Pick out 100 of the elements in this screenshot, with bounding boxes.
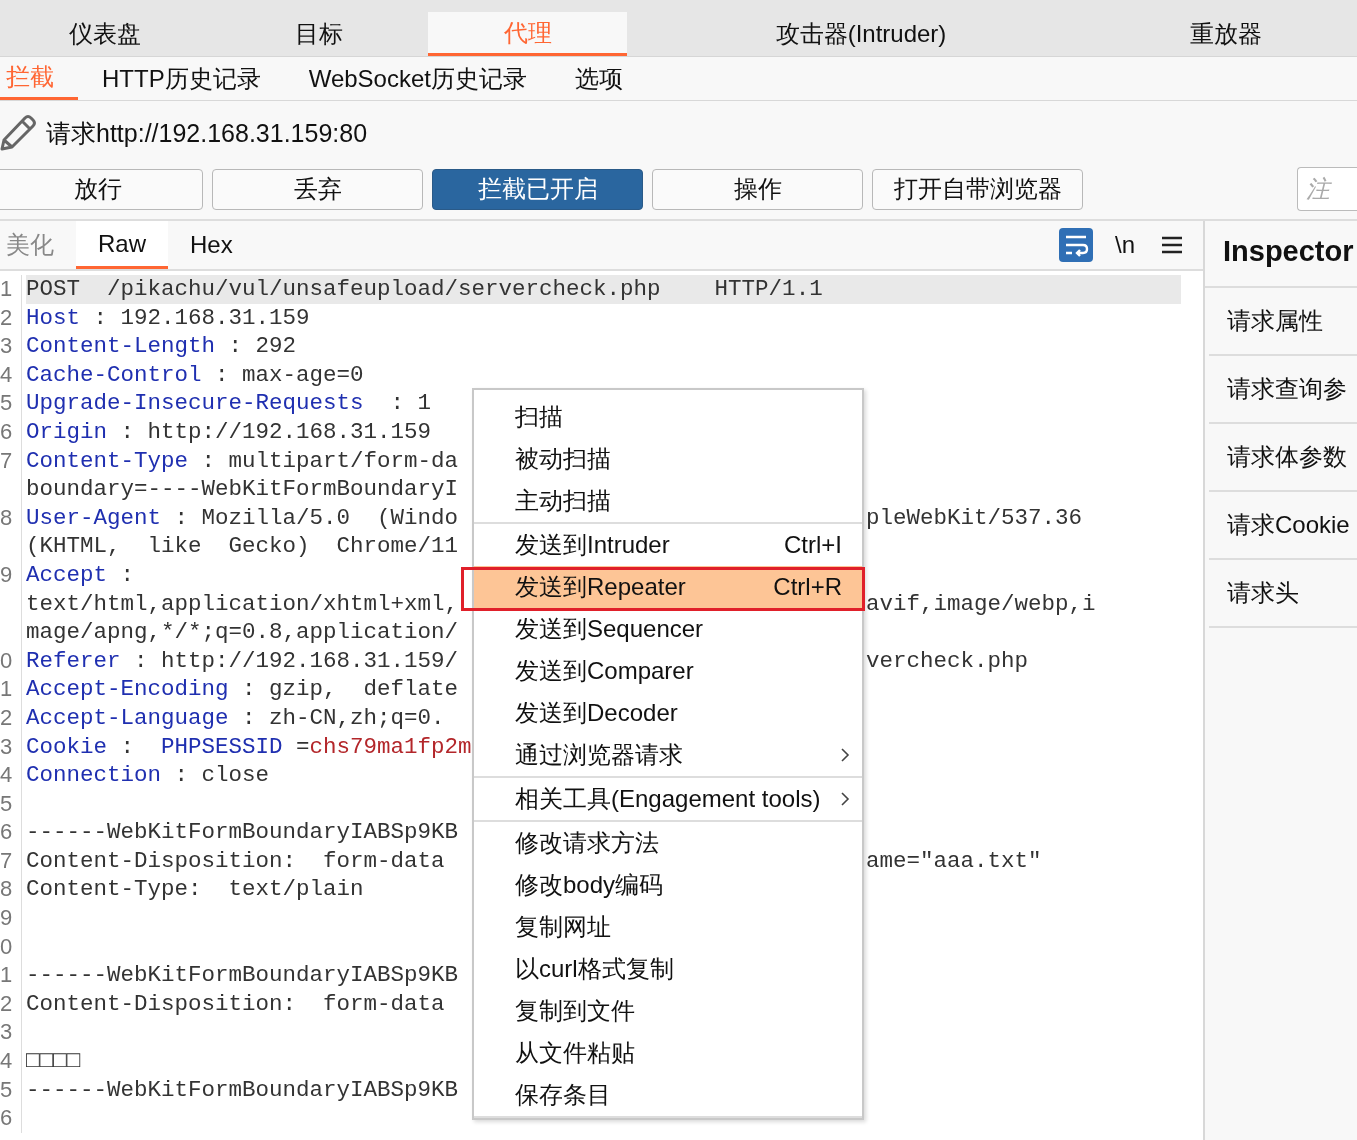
view-tab[interactable]: Hex (168, 221, 255, 269)
menu-item[interactable]: 发送到Sequencer (474, 608, 862, 650)
code-line: Content-Disposition: form-data (26, 989, 445, 1019)
newline-toggle[interactable]: \n (1115, 231, 1135, 259)
inspector-section[interactable]: 请求体参数 (1209, 424, 1357, 492)
menu-item-label: 以curl格式复制 (515, 954, 675, 984)
action-button[interactable]: 操作 (652, 168, 863, 210)
action-button[interactable]: 丢弃 (212, 168, 423, 210)
comment-field[interactable]: 注 (1297, 167, 1357, 211)
code-line: ame="aaa.txt" (866, 846, 1042, 876)
code-line: Cookie : PHPSESSID =chs79ma1fp2m (26, 732, 472, 762)
menu-item-label: 发送到Sequencer (515, 614, 705, 644)
line-number: 7 (0, 846, 22, 876)
line-number: 3 (0, 1018, 22, 1048)
menu-item[interactable]: 主动扫描 (474, 480, 862, 522)
line-number: 4 (0, 360, 22, 390)
line-number: 1 (0, 675, 22, 704)
menu-item[interactable]: 保存条目 (474, 1074, 862, 1116)
main-tab[interactable]: 攻击器(Intruder) (627, 12, 1095, 56)
menu-item-label: 从文件粘贴 (515, 1038, 636, 1068)
line-number: 1 (0, 961, 22, 990)
line-number: 9 (0, 904, 22, 933)
sub-tab[interactable]: 选项 (550, 57, 647, 100)
main-tab[interactable]: 仪表盘 (0, 12, 210, 56)
menu-item[interactable]: 复制网址 (474, 906, 862, 948)
menu-item-label: 复制网址 (515, 912, 612, 942)
line-number: 7 (0, 446, 22, 476)
main-tab[interactable]: 目标 (210, 12, 428, 56)
line-number: 5 (0, 389, 22, 418)
line-number: 3 (0, 332, 22, 361)
menu-item[interactable]: 通过浏览器请求 (474, 734, 862, 776)
menu-item[interactable]: 从文件粘贴 (474, 1032, 862, 1074)
inspector-section[interactable]: 请求属性 (1209, 288, 1357, 356)
code-line: ------WebKitFormBoundaryIABSp9KB (26, 818, 459, 847)
line-number: 0 (0, 932, 22, 962)
code-line: □□□□ (26, 1047, 80, 1076)
menu-item-label: 发送到Intruder (515, 530, 671, 560)
menu-item[interactable]: 复制到文件 (474, 990, 862, 1032)
line-number: 6 (0, 1104, 22, 1133)
code-line: Host : 192.168.31.159 (26, 303, 310, 333)
line-number: 5 (0, 789, 22, 819)
action-button[interactable]: 打开自带浏览器 (872, 168, 1083, 210)
code-line: Cache-Control : max-age=0 (26, 360, 364, 390)
sub-tab[interactable]: HTTP历史记录 (78, 57, 285, 100)
code-line: Upgrade-Insecure-Requests : 1 (26, 389, 432, 418)
action-button[interactable]: 拦截已开启 (432, 168, 643, 210)
code-line: Accept-Encoding : gzip, deflate (26, 675, 459, 704)
menu-item[interactable]: 被动扫描 (474, 438, 862, 480)
menu-item[interactable]: 发送到Decoder (474, 692, 862, 734)
code-line: pleWebKit/537.36 (866, 503, 1083, 533)
main-tab[interactable]: 重放器 (1095, 12, 1357, 56)
line-number: 9 (0, 560, 22, 590)
line-number: 8 (0, 875, 22, 905)
wrap-icon[interactable] (1059, 228, 1093, 262)
sub-tab[interactable]: WebSocket历史记录 (284, 57, 551, 100)
request-url: 请求http://192.168.31.159:80 (46, 117, 368, 149)
inspector-section[interactable]: 请求Cookie (1209, 492, 1357, 560)
line-number: 5 (0, 1075, 22, 1105)
menu-icon[interactable] (1161, 236, 1183, 254)
code-line: Accept-Language : zh-CN,zh;q=0. (26, 703, 445, 733)
inspector-section[interactable]: 请求头 (1209, 560, 1357, 628)
view-tab[interactable]: Raw (76, 221, 168, 269)
code-line: Connection : close (26, 761, 270, 790)
code-line: Content-Disposition: form-data (26, 846, 445, 876)
menu-item-label: 修改body编码 (515, 870, 665, 900)
code-line: User-Agent : Mozilla/5.0 (Windo (26, 503, 459, 533)
code-line: Referer : http://192.168.31.159/ (26, 646, 459, 676)
code-line: boundary=----WebKitFormBoundaryI (26, 475, 459, 504)
inspector-section[interactable]: 请求查询参 (1209, 356, 1357, 424)
line-number: 0 (0, 646, 22, 676)
code-line: Origin : http://192.168.31.159 (26, 417, 432, 447)
line-number: 1 (0, 275, 22, 304)
menu-item[interactable]: 发送到Comparer (474, 650, 862, 692)
line-number: 2 (0, 303, 22, 333)
menu-item-label: 修改请求方法 (515, 828, 660, 858)
code-line: mage/apng,*/*;q=0.8,application/ (26, 618, 459, 647)
menu-item[interactable]: 相关工具(Engagement tools) (474, 778, 862, 820)
line-number: 6 (0, 818, 22, 847)
menu-item-label: 被动扫描 (515, 444, 612, 474)
menu-item-label: 保存条目 (515, 1080, 612, 1110)
menu-item-label: 复制到文件 (515, 996, 636, 1026)
menu-item[interactable]: 修改请求方法 (474, 822, 862, 864)
line-number: 2 (0, 989, 22, 1019)
shortcut-label: Ctrl+R (773, 573, 842, 601)
code-line: Content-Type: text/plain (26, 875, 364, 905)
menu-item[interactable]: 发送到Intruder Ctrl+I (474, 524, 862, 566)
menu-item-label: 发送到Comparer (515, 656, 695, 686)
code-line: vercheck.php (866, 646, 1029, 676)
pencil-icon (0, 113, 36, 153)
code-line: avif,image/webp,i (866, 589, 1096, 619)
code-line: ------WebKitFormBoundaryIABSp9KB (26, 961, 459, 990)
menu-item[interactable]: 扫描 (474, 396, 862, 438)
menu-item[interactable]: 发送到Repeater Ctrl+R (474, 566, 862, 608)
code-line: (KHTML, like Gecko) Chrome/11 (26, 532, 459, 561)
action-button[interactable]: 放行 (0, 168, 203, 210)
shortcut-label: Ctrl+I (784, 531, 842, 559)
menu-item-label: 扫描 (515, 402, 564, 432)
menu-item[interactable]: 以curl格式复制 (474, 948, 862, 990)
line-number: 4 (0, 1047, 22, 1076)
menu-item[interactable]: 修改body编码 (474, 864, 862, 906)
